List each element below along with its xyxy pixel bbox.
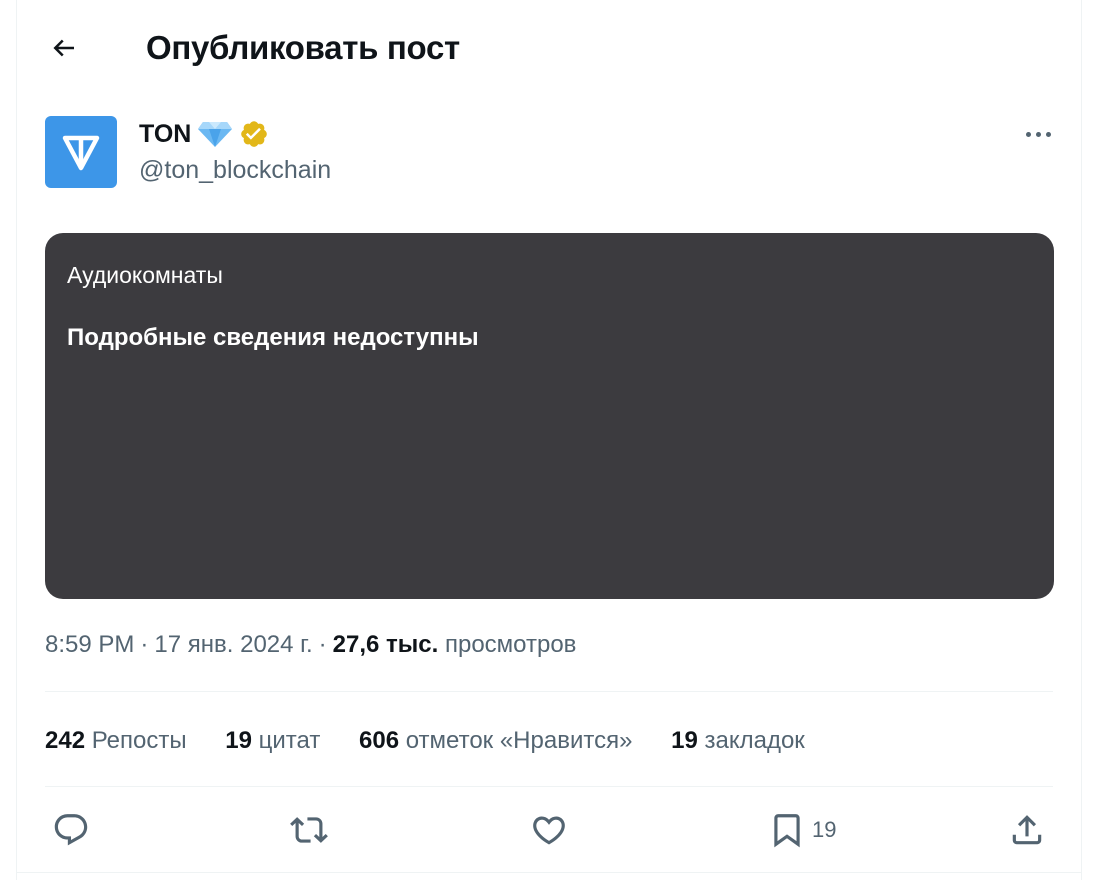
likes-count: 606 [359,727,400,754]
views-count: 27,6 тыс. [332,631,439,658]
bookmarks-count: 19 [671,727,698,754]
meta-separator: · [140,631,149,658]
ton-logo-icon [62,135,100,171]
divider [45,786,1053,787]
repost-icon [290,817,328,843]
post-meta: 8:59 PM · 17 янв. 2024 г. · 27,6 тыс. просмо… [45,628,576,662]
reposts-count: 242 [45,727,86,754]
repost-button[interactable] [290,806,328,854]
engagement-stats: 242 Репосты 19 цитат 606 отметок «Нравит… [45,724,837,758]
quotes-count: 19 [225,727,252,754]
author-name-row: TON [139,118,269,150]
reply-button[interactable] [52,806,90,854]
reposts-label: Репосты [91,727,187,754]
divider [45,691,1053,692]
reposts-stat[interactable]: 242 Репосты [45,724,187,758]
quotes-label: цитат [258,727,321,754]
bottom-border [16,872,1082,873]
verified-badge-icon [241,121,268,147]
post-time[interactable]: 8:59 PM [45,631,134,658]
bookmarks-label: закладок [704,727,805,754]
quotes-stat[interactable]: 19 цитат [225,724,320,758]
audio-space-status: Подробные сведения недоступны [67,324,479,351]
like-button[interactable] [530,806,568,854]
arrow-left-icon [53,39,74,57]
meta-separator: · [318,631,327,658]
diamond-icon [198,122,233,147]
post-date[interactable]: 17 янв. 2024 г. [154,631,312,658]
page-title: Опубликовать пост [146,29,460,66]
share-icon [1012,815,1042,845]
bookmark-button[interactable]: 19 [768,806,836,854]
share-button[interactable] [1008,806,1046,854]
author-handle[interactable]: @ton_blockchain [139,154,331,186]
views-label: просмотров [444,631,577,658]
bookmarks-stat[interactable]: 19 закладок [671,724,805,758]
avatar[interactable] [45,116,117,188]
bookmark-count: 19 [812,817,837,842]
back-button[interactable] [44,28,84,68]
more-dot [1025,131,1031,137]
more-dot [1035,131,1041,137]
more-dot [1045,131,1051,137]
author-display-name[interactable]: TON [139,118,191,150]
audio-space-card[interactable]: Аудиокомнаты Подробные сведения недоступ… [45,233,1054,599]
bookmark-icon [774,814,800,848]
audio-space-label: Аудиокомнаты [67,262,223,288]
heart-icon [533,816,565,845]
more-options-button[interactable] [1016,118,1060,150]
likes-label: отметок «Нравится» [405,727,633,754]
reply-icon [54,814,88,846]
likes-stat[interactable]: 606 отметок «Нравится» [359,724,632,758]
